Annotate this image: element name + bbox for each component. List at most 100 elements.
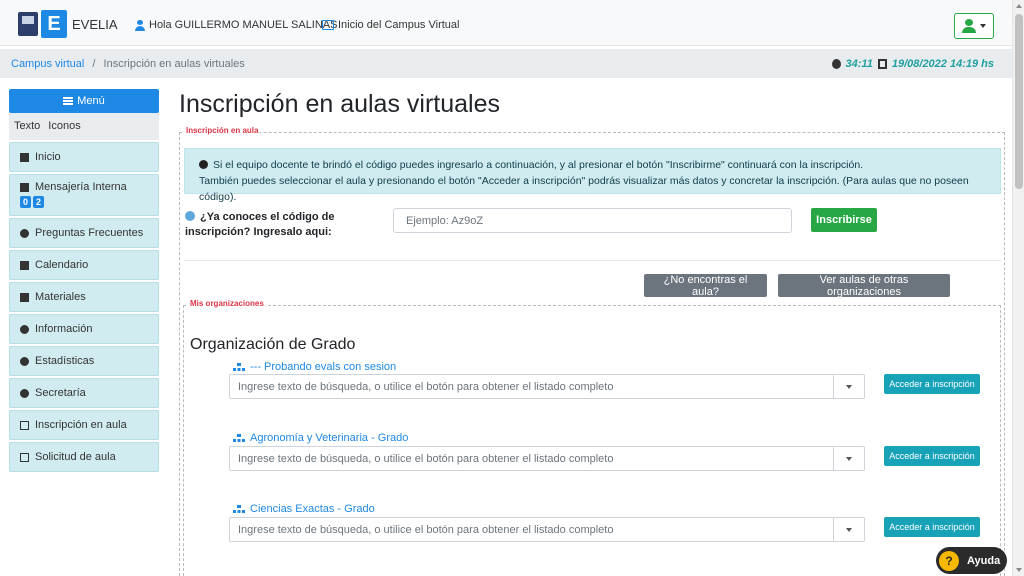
pie-chart-icon: [20, 356, 29, 366]
enroll-button[interactable]: Inscribirse: [811, 208, 877, 232]
access-enrollment-button[interactable]: Acceder a inscripción: [884, 446, 980, 466]
calendar-icon: [877, 59, 887, 69]
sidebar-view-toggle: Texto Iconos: [9, 113, 159, 140]
access-enrollment-button[interactable]: Acceder a inscripción: [884, 517, 980, 537]
sidebar-item-label: Inicio: [35, 151, 61, 163]
sidebar-item-informacion[interactable]: Información: [9, 314, 159, 344]
enrollment-code-input[interactable]: [393, 208, 792, 233]
breadcrumb-campus-link[interactable]: Campus virtual: [11, 58, 84, 70]
breadcrumb-current: Inscripción en aulas virtuales: [103, 58, 245, 70]
session-timer: 34:11: [845, 58, 873, 70]
sidebar-item-secretaria[interactable]: Secretaría: [9, 378, 159, 408]
gears-icon: [20, 388, 29, 398]
sidebar-item-materiales[interactable]: Materiales: [9, 282, 159, 312]
menu-label[interactable]: Menú: [77, 95, 105, 107]
menu-toggle-button[interactable]: Menú: [9, 89, 159, 113]
org-group-link[interactable]: Agronomía y Veterinaria - Grado: [233, 432, 408, 444]
caret-down-icon: [846, 384, 852, 389]
info-line-2: También puedes seleccionar el aula y pre…: [199, 175, 969, 203]
question-circle-icon: [185, 211, 195, 221]
info-icon: [199, 160, 208, 169]
view-icons-option[interactable]: Iconos: [48, 120, 80, 133]
sidebar-item-inscripcion[interactable]: Inscripción en aula: [9, 410, 159, 440]
classroom-search-input[interactable]: [230, 447, 833, 470]
caret-down-icon: [980, 24, 986, 28]
sitemap-icon: [233, 433, 245, 443]
user-greeting: Hola GUILLERMO MANUEL SALINAS: [135, 19, 337, 31]
divider: [184, 260, 1001, 261]
code-question-label: ¿Ya conoces el código de inscripción? In…: [185, 210, 375, 240]
classroom-search: [229, 446, 865, 471]
sidebar-item-inicio[interactable]: Inicio: [9, 142, 159, 172]
sitemap-icon: [233, 362, 245, 372]
envelope-icon: [20, 182, 29, 192]
org-group-name[interactable]: Ciencias Exactas - Grado: [250, 503, 375, 515]
org-group-link[interactable]: --- Probando evals con sesion: [233, 361, 396, 373]
breadcrumb-bar: Campus virtual / Inscripción en aulas vi…: [0, 49, 1012, 78]
access-enrollment-button[interactable]: Acceder a inscripción: [884, 374, 980, 394]
sidebar-item-mensajeria[interactable]: Mensajería Interna 02: [9, 174, 159, 216]
help-button[interactable]: ? Ayuda: [936, 547, 1007, 574]
sidebar-item-label: Mensajería Interna: [35, 181, 127, 193]
organizations-legend: Mis organizaciones: [188, 299, 266, 308]
university-crest-logo[interactable]: [18, 12, 38, 36]
breadcrumb: Campus virtual / Inscripción en aulas vi…: [11, 58, 245, 70]
sitemap-icon: [233, 504, 245, 514]
unread-badge: 0: [20, 196, 32, 208]
campus-home-link[interactable]: Inicio del Campus Virtual: [322, 19, 459, 31]
scroll-thumb[interactable]: [1015, 14, 1023, 189]
help-icon: ?: [939, 550, 959, 571]
info-alert: Si el equipo docente te brindó el código…: [184, 148, 1001, 203]
sidebar-item-label: Materiales: [35, 291, 86, 303]
classroom-dropdown-button[interactable]: [833, 375, 864, 398]
enrollment-legend: Inscripción en aula: [184, 126, 261, 135]
page-title: Inscripción en aulas virtuales: [179, 90, 500, 118]
screen-icon: [20, 420, 29, 430]
view-text-option[interactable]: Texto: [14, 120, 40, 133]
screen-icon: [322, 20, 334, 30]
classroom-search: [229, 517, 865, 542]
scroll-down-arrow[interactable]: [1016, 568, 1022, 572]
classroom-dropdown-button[interactable]: [833, 518, 864, 541]
hamburger-icon: [63, 97, 74, 105]
top-navbar: E EVELIA Hola GUILLERMO MANUEL SALINAS I…: [0, 0, 1012, 46]
file-icon: [20, 292, 29, 302]
caret-down-icon: [846, 456, 852, 461]
scroll-up-arrow[interactable]: [1016, 4, 1022, 8]
total-badge: 2: [33, 196, 45, 208]
sidebar-item-solicitud[interactable]: Solicitud de aula: [9, 442, 159, 472]
org-group-link[interactable]: Ciencias Exactas - Grado: [233, 503, 375, 515]
campus-home-link-text[interactable]: Inicio del Campus Virtual: [338, 19, 459, 31]
page-scrollbar[interactable]: [1012, 0, 1024, 576]
other-orgs-button[interactable]: Ver aulas de otras organizaciones: [778, 274, 950, 298]
sidebar-item-label: Secretaría: [35, 387, 86, 399]
classroom-search-input[interactable]: [230, 518, 833, 541]
user-icon: [962, 19, 976, 33]
sidebar-item-estadisticas[interactable]: Estadísticas: [9, 346, 159, 376]
user-icon: [135, 19, 145, 31]
brand-name[interactable]: EVELIA: [72, 17, 118, 32]
sidebar-item-label: Información: [35, 323, 93, 335]
not-found-button[interactable]: ¿No encontras el aula?: [644, 274, 767, 298]
organization-title: Organización de Grado: [190, 336, 356, 353]
session-info: 34:11 19/08/2022 14:19 hs: [831, 58, 994, 70]
info-line-1: Si el equipo docente te brindó el código…: [213, 159, 864, 171]
org-group-name[interactable]: --- Probando evals con sesion: [250, 361, 396, 373]
stopwatch-icon: [831, 59, 841, 69]
breadcrumb-separator: /: [92, 58, 96, 70]
evelia-logo[interactable]: E: [41, 10, 67, 38]
sidebar-item-label: Preguntas Frecuentes: [35, 227, 144, 239]
caret-down-icon: [846, 527, 852, 532]
org-group-name[interactable]: Agronomía y Veterinaria - Grado: [250, 432, 408, 444]
classroom-dropdown-button[interactable]: [833, 447, 864, 470]
sidebar-item-preguntas[interactable]: Preguntas Frecuentes: [9, 218, 159, 248]
help-label[interactable]: Ayuda: [967, 555, 1000, 567]
sidebar: Menú Texto Iconos Inicio Mensajería Inte…: [9, 89, 159, 472]
user-greeting-text: Hola GUILLERMO MANUEL SALINAS: [149, 19, 338, 31]
user-menu-button[interactable]: [954, 13, 994, 39]
classroom-search-input[interactable]: [230, 375, 833, 398]
home-icon: [20, 152, 29, 162]
sidebar-item-label: Estadísticas: [35, 355, 95, 367]
calendar-icon: [20, 260, 29, 270]
sidebar-item-calendario[interactable]: Calendario: [9, 250, 159, 280]
